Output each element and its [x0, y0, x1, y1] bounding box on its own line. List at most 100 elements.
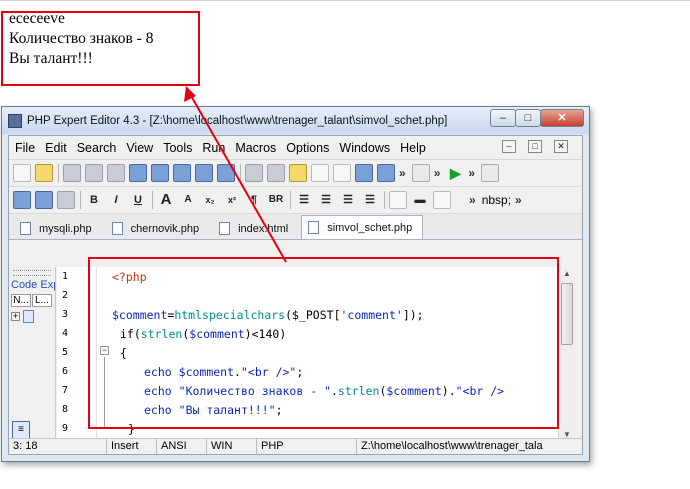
code-string: "<br />": [240, 365, 297, 379]
redo-icon[interactable]: [217, 164, 235, 182]
line-number: 7: [62, 385, 69, 396]
menu-help[interactable]: Help: [400, 141, 426, 155]
code-brace: }: [128, 422, 135, 436]
table-icon[interactable]: [389, 191, 407, 209]
tab-label: index.html: [238, 222, 289, 235]
align-justify-icon[interactable]: ☰: [361, 191, 379, 209]
code-function: strlen: [337, 384, 380, 398]
menu-file[interactable]: File: [15, 141, 35, 155]
panel-grip[interactable]: [13, 270, 51, 276]
minimize-button[interactable]: –: [490, 109, 516, 127]
outdent-icon[interactable]: [333, 164, 351, 182]
menu-options[interactable]: Options: [286, 141, 329, 155]
toolbar-overflow-4[interactable]: »: [469, 193, 476, 207]
insert-link-icon[interactable]: [35, 191, 53, 209]
superscript-icon[interactable]: x²: [223, 191, 241, 209]
explorer-col-name[interactable]: N...: [11, 294, 31, 307]
page-top-border: [0, 0, 690, 1]
align-center-icon[interactable]: ☰: [317, 191, 335, 209]
toolbar-overflow-1[interactable]: »: [399, 166, 406, 180]
explorer-view-icon[interactable]: ≡: [12, 421, 30, 439]
close-file-icon[interactable]: [129, 164, 147, 182]
toolbar-overflow-5[interactable]: »: [515, 193, 522, 207]
doc-minimize-button[interactable]: –: [502, 140, 516, 153]
cut-icon[interactable]: [245, 164, 263, 182]
image-frame-icon[interactable]: [433, 191, 451, 209]
php-tag-icon[interactable]: [411, 164, 430, 182]
menu-tools[interactable]: Tools: [163, 141, 192, 155]
code-string: 'comment': [340, 308, 403, 322]
fold-collapse-icon[interactable]: −: [100, 346, 109, 355]
paragraph-icon[interactable]: ¶: [245, 191, 263, 209]
code-string: "Количество знаков - ": [178, 384, 331, 398]
menu-run[interactable]: Run: [202, 141, 225, 155]
save-icon[interactable]: [63, 164, 81, 182]
doc-restore-button[interactable]: □: [528, 140, 542, 153]
toolbar-separator: [290, 191, 291, 209]
status-encoding: ANSI: [157, 439, 207, 454]
save-all-icon[interactable]: [85, 164, 103, 182]
explorer-tree-node[interactable]: +: [11, 310, 53, 323]
run-step-icon[interactable]: [481, 164, 500, 182]
code-keyword: echo: [144, 365, 172, 379]
code-function: strlen: [140, 327, 183, 341]
code-line-4: if(strlen($comment)<140): [120, 327, 286, 341]
code-keyword: echo: [144, 403, 172, 417]
vertical-scrollbar[interactable]: ▲ ▼: [558, 267, 575, 442]
new-file-icon[interactable]: [13, 164, 31, 182]
align-right-icon[interactable]: ☰: [339, 191, 357, 209]
tab-chernovik[interactable]: chernovik.php: [105, 217, 211, 239]
align-left-icon[interactable]: ☰: [295, 191, 313, 209]
code-keyword: echo: [144, 384, 172, 398]
close-button[interactable]: ✕: [540, 109, 584, 127]
find-files-icon[interactable]: [151, 164, 169, 182]
subscript-icon[interactable]: x₂: [201, 191, 219, 209]
script-output-box: ececeeve Количество знаков - 8 Вы талант…: [1, 10, 200, 86]
explorer-col-line[interactable]: L...: [32, 294, 52, 307]
bold-icon[interactable]: B: [85, 191, 103, 209]
horizontal-rule-icon[interactable]: ▬: [411, 191, 429, 209]
tab-simvol-schet[interactable]: simvol_schet.php: [301, 215, 424, 239]
code-variable: $comment: [189, 327, 245, 341]
replace-icon[interactable]: [377, 164, 395, 182]
find-icon[interactable]: [355, 164, 373, 182]
menu-windows[interactable]: Windows: [339, 141, 390, 155]
code-function: htmlspecialchars: [174, 308, 286, 322]
toolbar-overflow-3[interactable]: »: [468, 166, 475, 180]
underline-icon[interactable]: U: [129, 191, 147, 209]
expand-icon[interactable]: +: [11, 312, 20, 321]
menu-edit[interactable]: Edit: [45, 141, 67, 155]
copy-icon[interactable]: [267, 164, 285, 182]
scroll-thumb[interactable]: [561, 283, 573, 345]
font-smaller-icon[interactable]: A: [179, 191, 197, 209]
line-number-gutter: 1 2 3 4 5 6 7 8 9 10: [57, 267, 97, 442]
font-larger-icon[interactable]: A: [157, 191, 175, 209]
project-icon[interactable]: [173, 164, 191, 182]
anchor-icon[interactable]: [57, 191, 75, 209]
tab-index[interactable]: index.html: [212, 217, 299, 239]
line-break-icon[interactable]: BR: [267, 191, 285, 209]
indent-icon[interactable]: [311, 164, 329, 182]
open-folder-icon[interactable]: [35, 164, 53, 182]
insert-image-icon[interactable]: [13, 191, 31, 209]
paste-icon[interactable]: [289, 164, 307, 182]
nbsp-button[interactable]: nbsp;: [482, 193, 511, 207]
code-line-6: echo $comment."<br />";: [144, 365, 303, 379]
toolbar-html: B I U A A x₂ x² ¶ BR ☰ ☰ ☰ ☰ ▬ » nbsp; »: [9, 187, 582, 214]
code-editor[interactable]: 1 2 3 4 5 6 7 8 9 10 − <?php $comment=ht…: [57, 267, 558, 442]
window-titlebar[interactable]: PHP Expert Editor 4.3 - [Z:\home\localho…: [2, 107, 589, 134]
tab-mysqli[interactable]: mysqli.php: [13, 217, 103, 239]
maximize-button[interactable]: □: [515, 109, 541, 127]
undo-icon[interactable]: [195, 164, 213, 182]
print-icon[interactable]: [107, 164, 125, 182]
play-icon[interactable]: ▶: [446, 164, 464, 182]
menu-search[interactable]: Search: [77, 141, 117, 155]
scroll-up-icon[interactable]: ▲: [559, 267, 575, 281]
code-variable: $comment: [112, 308, 168, 322]
menu-bar: File Edit Search View Tools Run Macros O…: [9, 136, 582, 160]
menu-view[interactable]: View: [126, 141, 153, 155]
italic-icon[interactable]: I: [107, 191, 125, 209]
toolbar-overflow-2[interactable]: »: [434, 166, 441, 180]
menu-macros[interactable]: Macros: [235, 141, 276, 155]
doc-close-button[interactable]: ✕: [554, 140, 568, 153]
